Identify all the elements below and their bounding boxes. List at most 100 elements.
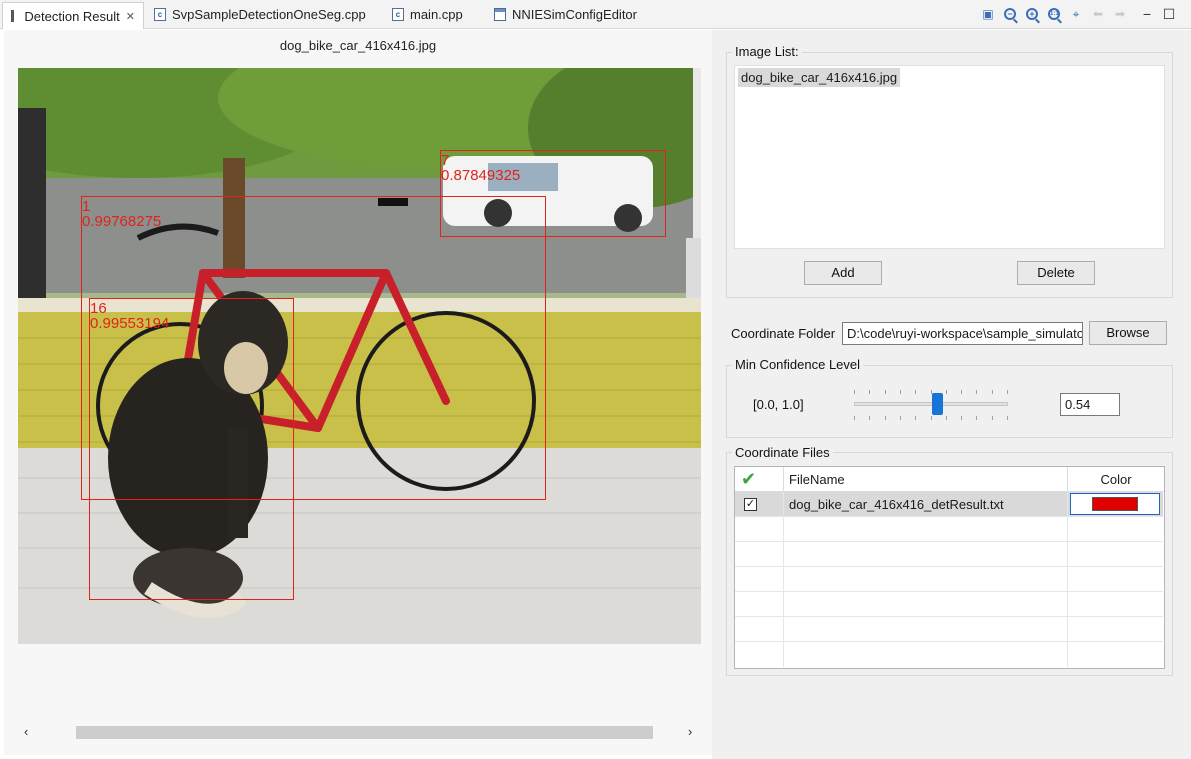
c-file-icon: c [392, 8, 404, 21]
checkmark-icon: ✔ [741, 469, 757, 489]
check-column-header[interactable]: ✔ [735, 467, 784, 492]
image-toolbar: ▣ − + 1:1 ⌖ ⬅ ➡ − ☐ [977, 4, 1180, 24]
slider-tick [915, 416, 916, 420]
tab-label: Detection Result [24, 8, 120, 24]
tab-nniesim-config-editor[interactable]: NNIESimConfigEditor [486, 2, 645, 27]
close-icon[interactable]: ✕ [126, 10, 135, 23]
scroll-right-icon[interactable]: › [688, 724, 692, 739]
add-button-label: Add [831, 265, 855, 280]
settings-panel: Image List: dog_bike_car_416x416.jpg Add… [712, 30, 1191, 759]
zoom-in-icon[interactable]: + [1024, 6, 1040, 22]
detection-class-label: 7 [441, 152, 450, 169]
empty-cell [735, 592, 784, 617]
slider-tick [992, 416, 993, 420]
empty-cell [735, 642, 784, 667]
forward-arrow-icon[interactable]: ➡ [1112, 6, 1128, 22]
slider-tick [1007, 390, 1008, 394]
delete-button-label: Delete [1037, 265, 1075, 280]
tab-label: main.cpp [410, 7, 463, 22]
slider-tick [885, 416, 886, 420]
detection-image[interactable]: 1 0.99768275 7 0.87849325 16 0.99553194 [18, 68, 701, 644]
table-row[interactable]: ✓ dog_bike_car_416x416_detResult.txt [735, 492, 1163, 517]
scrollbar-thumb[interactable] [76, 726, 653, 739]
row-filename-cell: dog_bike_car_416x416_detResult.txt [784, 492, 1068, 517]
slider-thumb[interactable] [932, 393, 943, 415]
minimize-icon[interactable]: − [1139, 6, 1155, 22]
fit-window-icon[interactable]: ▣ [980, 6, 996, 22]
empty-table-row [735, 592, 1163, 617]
coordinate-files-title: Coordinate Files [732, 445, 833, 460]
empty-table-row [735, 567, 1163, 592]
browse-button-label: Browse [1106, 325, 1150, 340]
color-picker[interactable] [1070, 493, 1160, 515]
detection-score-label: 0.99553194 [90, 315, 170, 332]
image-listbox[interactable]: dog_bike_car_416x416.jpg [734, 65, 1165, 249]
slider-tick [869, 390, 870, 394]
slider-tick [915, 390, 916, 394]
detection-class-label: 16 [90, 300, 107, 317]
zoom-out-icon[interactable]: − [1002, 6, 1018, 22]
coordinate-files-table: ✔ FileName Color ✓ dog_bike_car_416x416_… [734, 466, 1165, 669]
empty-cell [784, 542, 1068, 567]
confidence-slider[interactable] [854, 388, 1008, 420]
empty-cell [784, 567, 1068, 592]
coordinate-folder-input[interactable]: D:\code\ruyi-workspace\sample_simulator [842, 322, 1083, 345]
editor-window-icon [494, 8, 506, 21]
delete-image-button[interactable]: Delete [1017, 261, 1095, 285]
min-confidence-title: Min Confidence Level [732, 357, 864, 372]
detection-viewer: dog_bike_car_416x416.jpg 1 0.99768275 7 … [4, 30, 712, 755]
empty-table-row [735, 642, 1163, 667]
empty-cell [784, 517, 1068, 542]
back-arrow-icon[interactable]: ⬅ [1090, 6, 1106, 22]
slider-track [854, 402, 1008, 406]
scroll-left-icon[interactable]: ‹ [24, 724, 28, 739]
slider-tick [900, 390, 901, 394]
actual-size-icon[interactable]: 1:1 [1046, 6, 1062, 22]
slider-tick [976, 390, 977, 394]
slider-tick [976, 416, 977, 420]
slider-tick [961, 390, 962, 394]
select-region-icon[interactable]: ⌖ [1068, 6, 1084, 22]
horizontal-scrollbar[interactable]: ‹ › [18, 724, 701, 742]
browse-button[interactable]: Browse [1089, 321, 1167, 345]
empty-cell [784, 642, 1068, 667]
empty-cell [735, 517, 784, 542]
add-image-button[interactable]: Add [804, 261, 882, 285]
detection-box-car[interactable] [440, 150, 666, 237]
row-check-cell[interactable]: ✓ [735, 492, 784, 517]
slider-tick [900, 416, 901, 420]
tab-label: SvpSampleDetectionOneSeg.cpp [172, 7, 366, 22]
confidence-value-input[interactable]: 0.54 [1060, 393, 1120, 416]
detection-score-label: 0.87849325 [441, 167, 521, 184]
list-item[interactable]: dog_bike_car_416x416.jpg [738, 68, 901, 87]
filename-column-header[interactable]: FileName [784, 467, 1068, 492]
slider-tick [931, 416, 932, 420]
color-swatch [1092, 497, 1138, 511]
maximize-icon[interactable]: ☐ [1161, 6, 1177, 22]
confidence-range-label: [0.0, 1.0] [753, 397, 804, 412]
tab-main-cpp[interactable]: c main.cpp [384, 2, 471, 27]
row-checkbox[interactable]: ✓ [744, 498, 757, 511]
coordinate-folder-label: Coordinate Folder [731, 326, 836, 341]
editor-tab-bar: Detection Result ✕ c SvpSampleDetectionO… [0, 0, 1191, 29]
slider-tick [992, 390, 993, 394]
slider-tick [961, 416, 962, 420]
empty-cell [735, 617, 784, 642]
slider-tick [854, 390, 855, 394]
view-grip-icon [11, 9, 18, 23]
detection-class-label: 1 [82, 198, 91, 215]
empty-cell [735, 567, 784, 592]
empty-table-row [735, 542, 1163, 567]
slider-tick [885, 390, 886, 394]
slider-tick [869, 416, 870, 420]
detection-box-dog[interactable] [89, 298, 294, 600]
tab-label: NNIESimConfigEditor [512, 7, 637, 22]
row-color-cell[interactable] [1068, 492, 1164, 517]
color-column-header[interactable]: Color [1068, 467, 1164, 492]
tab-detection-result[interactable]: Detection Result ✕ [2, 2, 144, 29]
slider-tick [1007, 416, 1008, 420]
empty-cell [784, 592, 1068, 617]
slider-ticks-top [854, 390, 1008, 394]
c-file-icon: c [154, 8, 166, 21]
tab-svpsample-cpp[interactable]: c SvpSampleDetectionOneSeg.cpp [146, 2, 374, 27]
